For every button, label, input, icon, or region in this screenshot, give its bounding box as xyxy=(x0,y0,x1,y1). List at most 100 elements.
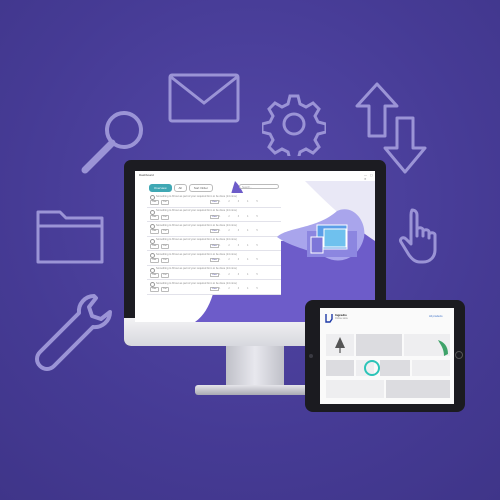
envelope-icon xyxy=(168,73,240,123)
edit-button[interactable]: Edit xyxy=(150,287,159,293)
count: 1 xyxy=(219,214,221,218)
count: 2 xyxy=(228,287,230,290)
product-tile[interactable] xyxy=(326,360,354,376)
delete-button[interactable]: Del xyxy=(160,214,170,220)
edit-button[interactable]: Edit xyxy=(150,243,159,249)
count: 4 xyxy=(247,287,249,290)
count: 4 xyxy=(247,272,249,276)
count: 3 xyxy=(237,272,240,276)
count: 3 xyxy=(237,229,240,232)
plant-icon xyxy=(438,340,448,356)
count: 4 xyxy=(247,229,249,232)
count: 5 xyxy=(256,272,258,276)
count: 1 xyxy=(219,272,221,276)
list-item[interactable]: Something to fill out as part of your re… xyxy=(147,193,281,208)
delete-button[interactable]: Del xyxy=(160,287,170,293)
item-text: Something to fill out as part of your re… xyxy=(156,238,237,241)
list-item[interactable]: Something to fill out as part of your re… xyxy=(147,251,281,266)
count: 5 xyxy=(256,214,258,218)
delete-button[interactable]: Del xyxy=(160,200,170,206)
list-item[interactable]: Something to fill out as part of your re… xyxy=(147,207,281,222)
item-text: Something to fill out as part of your re… xyxy=(156,267,237,270)
count: 5 xyxy=(256,200,258,203)
search-input[interactable]: Search... xyxy=(239,184,279,189)
item-text: Something to fill out as part of your re… xyxy=(156,281,237,285)
view-link[interactable]: View xyxy=(210,229,219,233)
app-title: Dashboard xyxy=(139,173,154,177)
tablet-home-button[interactable] xyxy=(455,351,463,359)
view-link[interactable]: View xyxy=(210,258,219,262)
count: 4 xyxy=(247,243,249,247)
tree-icon xyxy=(335,337,345,353)
tab-overview[interactable]: Overview xyxy=(149,184,172,192)
edit-button[interactable]: Edit xyxy=(150,229,159,235)
view-link[interactable]: View xyxy=(210,272,219,277)
count: 2 xyxy=(228,258,230,261)
tab-bar: Overview All Sort Order xyxy=(149,184,213,192)
count: 1 xyxy=(219,200,221,203)
tablet-screen: Ingredio Online store All products xyxy=(320,308,454,404)
wrench-icon xyxy=(32,292,116,376)
count: 1 xyxy=(219,229,221,232)
list-item[interactable]: Something to fill out as part of your re… xyxy=(147,265,281,280)
product-tile[interactable] xyxy=(356,334,402,356)
brand-logo-icon xyxy=(325,314,333,323)
count: 2 xyxy=(228,214,230,218)
tablet-camera xyxy=(309,354,313,358)
count: 4 xyxy=(247,214,249,218)
edit-button[interactable]: Edit xyxy=(150,272,159,278)
count: 2 xyxy=(228,200,230,203)
illustration xyxy=(277,209,365,261)
count: 3 xyxy=(237,200,240,203)
all-products-link[interactable]: All products xyxy=(429,315,443,318)
view-link[interactable]: View xyxy=(210,200,219,204)
view-link[interactable]: View xyxy=(210,287,219,291)
product-tile[interactable] xyxy=(412,360,450,376)
list-item[interactable]: Something to fill out as part of your re… xyxy=(147,236,281,251)
edit-button[interactable]: Edit xyxy=(150,258,159,264)
gear-icon xyxy=(262,92,326,156)
count: 5 xyxy=(256,229,258,232)
item-text: Something to fill out as part of your re… xyxy=(156,223,237,227)
tab-sort-order[interactable]: Sort Order xyxy=(188,184,213,192)
delete-button[interactable]: Del xyxy=(160,243,170,249)
tab-all[interactable]: All xyxy=(173,184,187,192)
delete-button[interactable]: Del xyxy=(160,229,170,235)
product-tile[interactable] xyxy=(326,380,384,398)
count: 4 xyxy=(247,200,249,203)
product-tile[interactable] xyxy=(380,360,410,376)
edit-button[interactable]: Edit xyxy=(150,214,159,220)
list-item[interactable]: Something to fill out as part of your re… xyxy=(147,222,281,237)
count: 3 xyxy=(237,287,240,290)
monitor-stand-base xyxy=(195,385,315,395)
item-text: Something to fill out as part of your re… xyxy=(156,252,237,256)
count: 3 xyxy=(237,243,240,247)
folder-icon xyxy=(36,206,104,264)
item-text: Something to fill out as part of your re… xyxy=(156,209,237,212)
highlight-ring xyxy=(364,360,380,376)
count: 4 xyxy=(247,258,249,261)
count: 2 xyxy=(228,243,230,247)
count: 3 xyxy=(237,214,240,218)
view-link[interactable]: View xyxy=(210,214,219,219)
count: 1 xyxy=(219,287,221,290)
tablet-subtitle: Online store xyxy=(335,317,348,320)
count: 3 xyxy=(237,258,240,261)
count: 5 xyxy=(256,287,258,290)
delete-button[interactable]: Del xyxy=(160,258,170,264)
product-tile[interactable] xyxy=(386,380,450,398)
edit-button[interactable]: Edit xyxy=(150,200,159,206)
count: 5 xyxy=(256,258,258,261)
pointer-hand-icon xyxy=(398,206,456,264)
monitor-stand-neck xyxy=(226,346,284,386)
count: 2 xyxy=(228,272,230,276)
window-controls[interactable]: — ▢ ✕ xyxy=(364,173,375,181)
count: 1 xyxy=(219,258,221,261)
view-link[interactable]: View xyxy=(210,243,219,248)
delete-button[interactable]: Del xyxy=(160,272,170,278)
list-item[interactable]: Something to fill out as part of your re… xyxy=(147,280,281,295)
count: 5 xyxy=(256,243,258,247)
count: 2 xyxy=(228,229,230,232)
task-list: Something to fill out as part of your re… xyxy=(147,193,281,303)
item-text: Something to fill out as part of your re… xyxy=(156,194,237,198)
